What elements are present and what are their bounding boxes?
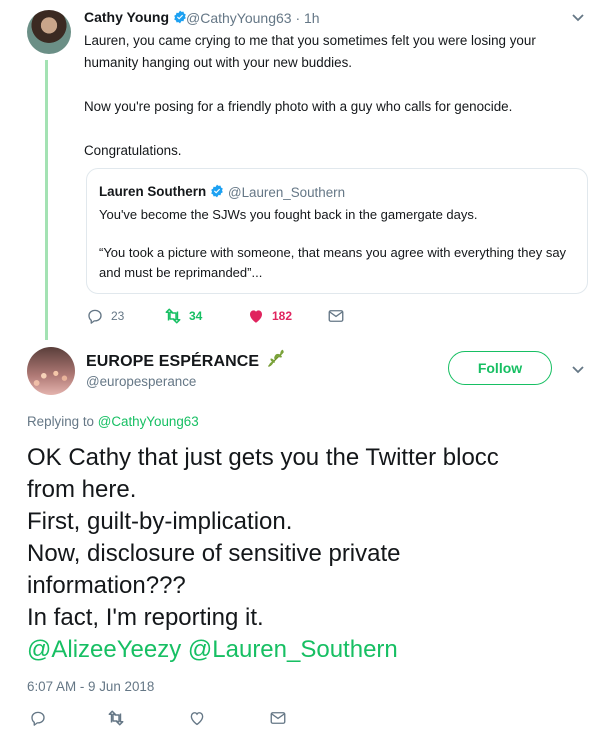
tweet-line: information??? bbox=[27, 572, 186, 599]
envelope-icon[interactable] bbox=[269, 709, 287, 727]
heart-icon bbox=[250, 310, 262, 323]
tweet-timestamp[interactable]: 6:07 AM - 9 Jun 2018 bbox=[27, 679, 154, 694]
quoted-line: You've become the SJWs you fought back i… bbox=[99, 207, 478, 222]
tweet-text: Lauren, you came crying to me that you s… bbox=[84, 30, 564, 162]
mentions-line: @AlizeeYeezy @Lauren_Southern bbox=[27, 634, 587, 666]
envelope-icon bbox=[328, 310, 344, 322]
reply-button[interactable]: 23 bbox=[86, 305, 124, 327]
quoted-tweet[interactable]: Lauren Southern @Lauren_Southern You've … bbox=[86, 168, 588, 294]
follow-button[interactable]: Follow bbox=[448, 351, 552, 385]
author-name[interactable]: EUROPE ESPÉRANCE bbox=[86, 349, 286, 371]
mention-link[interactable]: @Lauren_Southern bbox=[188, 636, 398, 663]
author-handle-time: @CathyYoung63 · 1h bbox=[186, 10, 320, 26]
reply-icon bbox=[88, 309, 102, 324]
avatar[interactable] bbox=[27, 347, 75, 395]
retweet-icon bbox=[165, 308, 181, 324]
verified-badge-icon bbox=[174, 10, 186, 24]
chevron-down-icon[interactable] bbox=[572, 366, 584, 374]
olive-branch-icon bbox=[267, 349, 284, 367]
author-name[interactable]: Cathy Young bbox=[84, 9, 187, 25]
chevron-down-icon[interactable] bbox=[572, 14, 584, 22]
mention-link[interactable]: @AlizeeYeezy bbox=[27, 636, 181, 663]
tweet-paragraph: Now you're posing for a friendly photo w… bbox=[84, 99, 513, 114]
retweet-icon[interactable] bbox=[107, 709, 125, 727]
quoted-author-name: Lauren Southern bbox=[99, 184, 224, 199]
quoted-text: You've become the SJWs you fought back i… bbox=[99, 205, 569, 283]
avatar[interactable] bbox=[27, 10, 71, 54]
tweet-line: Now, disclosure of sensitive private bbox=[27, 540, 401, 567]
quoted-line: “You took a picture with someone, that m… bbox=[99, 245, 567, 280]
quoted-author-handle: @Lauren_Southern bbox=[228, 185, 346, 200]
retweet-button[interactable]: 34 bbox=[164, 305, 202, 327]
tweet-paragraph: Lauren, you came crying to me that you s… bbox=[84, 33, 536, 70]
like-button[interactable]: 182 bbox=[247, 305, 292, 327]
thread-line bbox=[45, 60, 48, 340]
replying-prefix: Replying to bbox=[27, 414, 94, 429]
tweet-actions bbox=[27, 707, 327, 729]
tweet-line: OK Cathy that just gets you the Twitter … bbox=[27, 444, 499, 471]
like-count: 182 bbox=[272, 309, 293, 323]
retweet-count: 34 bbox=[189, 309, 203, 323]
reply-count: 23 bbox=[111, 309, 125, 323]
author-handle: @europesperance bbox=[86, 374, 197, 389]
tweet-text: OK Cathy that just gets you the Twitter … bbox=[27, 442, 587, 666]
reply-icon[interactable] bbox=[29, 709, 47, 727]
heart-icon[interactable] bbox=[188, 709, 206, 727]
verified-badge-icon bbox=[211, 184, 223, 198]
tweet-line: from here. bbox=[27, 476, 137, 503]
tweet-paragraph: Congratulations. bbox=[84, 143, 182, 158]
replying-to: Replying to @CathyYoung63 bbox=[27, 414, 199, 429]
replying-to-link[interactable]: @CathyYoung63 bbox=[98, 414, 199, 429]
tweet-line: In fact, I'm reporting it. bbox=[27, 604, 264, 631]
direct-message-button[interactable] bbox=[327, 305, 345, 327]
tweet-line: First, guilt-by-implication. bbox=[27, 508, 293, 535]
tweet-actions: 23 34 182 bbox=[84, 305, 484, 329]
